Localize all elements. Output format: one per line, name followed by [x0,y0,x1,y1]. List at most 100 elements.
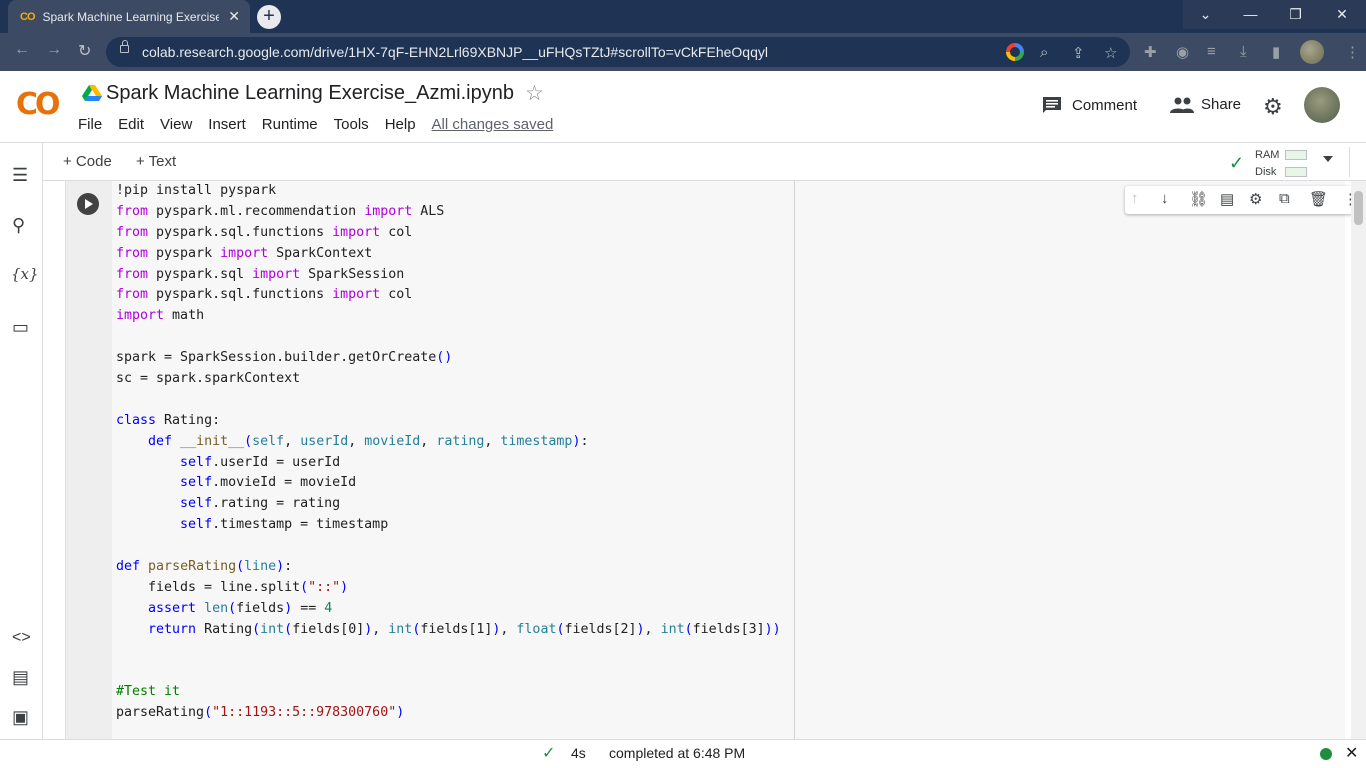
reload-icon[interactable]: ↻ [78,41,91,61]
code-token: fields = line.split [116,579,301,595]
extension-icon[interactable]: ◉ [1176,43,1189,61]
save-status[interactable]: All changes saved [432,116,554,133]
settings-gear-icon[interactable]: ⚙ [1263,94,1283,120]
code-token: from [116,266,149,282]
menu-view[interactable]: View [160,116,192,133]
comment-button[interactable]: Comment [1042,96,1137,114]
command-palette-icon[interactable]: ▤ [12,667,29,688]
move-down-icon[interactable]: ↓ [1161,190,1169,207]
code-token: rating [436,433,485,449]
code-line: from pyspark.sql.functions import col [116,223,1341,244]
add-text-cell-button[interactable]: + Text [136,153,176,170]
download-icon[interactable]: ⤓ [1240,43,1247,60]
code-line: from pyspark.sql.functions import col [116,285,1341,306]
google-icon[interactable] [1006,43,1024,61]
code-token: , [484,433,501,449]
add-code-cell-button[interactable]: + Code [63,153,112,170]
mirror-cell-icon[interactable]: ⧉ [1279,190,1290,207]
code-line: parseRating("1::1193::5::978300760") [116,703,1341,724]
link-icon[interactable]: ⛓ [1189,190,1208,208]
star-icon[interactable]: ☆ [525,81,544,106]
scrollbar-thumb[interactable] [1354,191,1363,225]
code-line: def __init__(self, userId, movieId, rati… [116,432,1341,453]
cell-settings-icon[interactable]: ⚙ [1249,190,1262,208]
side-panel-icon[interactable]: ▮ [1272,43,1280,61]
browser-menu-icon[interactable]: ⋮ [1345,43,1360,61]
terminal-icon[interactable]: ▣ [12,707,29,728]
run-cell-button[interactable] [77,193,99,215]
move-up-icon[interactable]: ↑ [1131,190,1139,207]
delete-cell-icon[interactable]: 🗑 [1309,190,1328,208]
search-icon[interactable]: ⚲ [12,215,25,236]
code-token: math [164,308,205,324]
code-line: sc = spark.sparkContext [116,369,1341,390]
code-token: fields[1] [420,621,493,637]
vertical-scrollbar[interactable] [1351,181,1366,739]
code-token: self [180,475,213,491]
table-of-contents-icon[interactable]: ☰ [12,165,28,186]
code-snippets-icon[interactable]: <> [12,629,31,647]
code-token: int [260,621,285,637]
share-button[interactable]: Share [1170,96,1241,113]
more-actions-icon[interactable]: ⋮ [1343,190,1351,208]
url-bar[interactable]: colab.research.google.com/drive/1HX-7qF-… [106,37,1130,67]
code-editor[interactable]: !pip install pyspark from pyspark.ml.reco… [116,181,1341,724]
back-icon[interactable]: ← [14,41,30,59]
zoom-icon[interactable]: ⌕ [1040,44,1048,61]
files-folder-icon[interactable]: ▭ [12,317,29,338]
close-window-button[interactable]: ✕ [1318,0,1366,29]
code-line: self.timestamp = timestamp [116,515,1341,536]
code-token: == [292,600,325,616]
colab-logo[interactable]: CO [16,87,60,122]
code-cell[interactable]: !pip install pyspark from pyspark.ml.reco… [65,181,1351,739]
code-token: import [364,203,413,219]
new-tab-button[interactable]: + [257,5,281,29]
variables-icon[interactable]: {x} [11,265,39,283]
notebook-area: !pip install pyspark from pyspark.ml.reco… [43,181,1351,739]
toolbar-divider [1349,147,1350,177]
code-token: ) [276,559,285,575]
notebook-title[interactable]: Spark Machine Learning Exercise_Azmi.ipy… [106,82,514,105]
code-token: import [332,224,381,240]
menu-insert[interactable]: Insert [208,116,246,133]
code-line: class Rating: [116,411,1341,432]
extensions-icon[interactable]: ✚ [1144,43,1157,61]
code-token: pyspark.sql [148,266,253,282]
code-token: timestamp [500,433,573,449]
code-token: import [220,245,269,261]
google-drive-icon[interactable] [82,85,102,102]
code-token: col [380,224,413,240]
share-page-icon[interactable]: ⇪ [1072,44,1085,62]
completion-time[interactable]: completed at 6:48 PM [609,745,745,761]
minimize-button[interactable]: — [1228,0,1273,29]
code-token: .movieId = movieId [212,475,357,491]
menu-help[interactable]: Help [385,116,416,133]
browser-tab[interactable]: CO Spark Machine Learning Exercise ✕ [8,0,250,33]
code-token: , [284,433,301,449]
code-token: #Test it [116,684,181,700]
user-avatar[interactable] [1304,87,1340,123]
runtime-dropdown-icon[interactable] [1323,156,1333,162]
menu-edit[interactable]: Edit [118,116,144,133]
bookmark-star-icon[interactable]: ☆ [1104,44,1117,62]
tab-close-icon[interactable]: ✕ [228,8,240,25]
browser-profile-avatar[interactable] [1300,40,1324,64]
code-token: self [180,496,213,512]
code-token: from [116,224,149,240]
forward-icon[interactable]: → [46,41,62,59]
code-token: fields[3] [692,621,765,637]
code-token: import [332,287,381,303]
tab-search-button[interactable]: ⌄ [1183,0,1228,29]
menu-runtime[interactable]: Runtime [262,116,318,133]
close-status-icon[interactable]: ✕ [1345,743,1358,763]
menu-file[interactable]: File [78,116,102,133]
code-token: !pip install pyspark [116,183,277,198]
add-comment-icon[interactable]: ▤ [1220,190,1234,208]
ram-bar [1285,150,1307,160]
menu-tools[interactable]: Tools [334,116,369,133]
reading-list-icon[interactable]: ≡ [1207,43,1216,60]
restore-button[interactable]: ❐ [1273,0,1318,29]
